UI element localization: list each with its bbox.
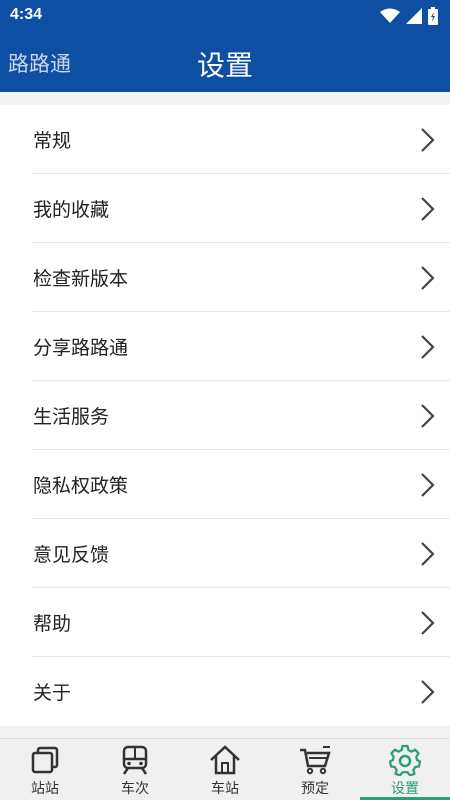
menu-item-check-update[interactable]: 检查新版本 — [0, 243, 450, 312]
home-icon — [210, 745, 240, 775]
menu-item-about[interactable]: 关于 — [0, 657, 450, 726]
menu-item-general[interactable]: 常规 — [0, 105, 450, 174]
page-title: 设置 — [196, 49, 253, 82]
tab-label: 设置 — [391, 781, 419, 797]
app-bar: 路路通 设置 — [0, 32, 450, 92]
menu-item-favorites[interactable]: 我的收藏 — [0, 174, 450, 243]
cart-icon — [300, 746, 331, 775]
menu-item-feedback[interactable]: 意见反馈 — [0, 519, 450, 588]
menu-item-label: 我的收藏 — [33, 199, 110, 221]
battery-icon — [428, 7, 438, 25]
chevron-right-icon — [421, 128, 435, 152]
menu-item-label: 帮助 — [33, 613, 72, 635]
tab-label: 车站 — [211, 781, 239, 797]
menu-item-share[interactable]: 分享路路通 — [0, 312, 450, 381]
menu-item-label: 常规 — [33, 130, 72, 152]
menu-item-label: 意见反馈 — [33, 544, 110, 566]
chevron-right-icon — [421, 473, 435, 497]
gear-icon — [389, 744, 421, 776]
menu-item-label: 关于 — [33, 682, 72, 704]
tab-settings[interactable]: 设置 — [360, 739, 450, 800]
status-bar: 4:34 — [0, 0, 450, 32]
chevron-right-icon — [421, 611, 435, 635]
menu-item-label: 检查新版本 — [33, 268, 129, 290]
tab-label: 预定 — [301, 781, 329, 797]
menu-item-privacy-policy[interactable]: 隐私权政策 — [0, 450, 450, 519]
tab-booking[interactable]: 预定 — [270, 739, 360, 800]
menu-item-label: 隐私权政策 — [33, 475, 129, 497]
status-time: 4:34 — [10, 6, 43, 23]
tab-station[interactable]: 车站 — [180, 739, 270, 800]
chevron-right-icon — [421, 266, 435, 290]
menu-item-label: 生活服务 — [33, 406, 110, 428]
signal-icon — [406, 8, 422, 24]
bottom-tab-bar: 站站 车次 车站 预定 设置 — [0, 738, 450, 800]
chevron-right-icon — [421, 335, 435, 359]
menu-item-label: 分享路路通 — [33, 337, 129, 359]
tab-label: 站站 — [31, 781, 59, 797]
chevron-right-icon — [421, 542, 435, 566]
chevron-right-icon — [421, 680, 435, 704]
chevron-right-icon — [421, 197, 435, 221]
settings-menu: 常规 我的收藏 检查新版本 分享路路通 生活服务 隐私权政策 意见反馈 帮助 关… — [0, 105, 450, 726]
wifi-icon — [380, 8, 400, 23]
tab-label: 车次 — [121, 781, 149, 797]
menu-item-help[interactable]: 帮助 — [0, 588, 450, 657]
train-icon — [122, 745, 148, 775]
tab-stations[interactable]: 站站 — [0, 739, 90, 800]
tab-trains[interactable]: 车次 — [90, 739, 180, 800]
status-icons — [380, 7, 438, 25]
stations-icon — [31, 746, 59, 774]
menu-item-life-services[interactable]: 生活服务 — [0, 381, 450, 450]
chevron-right-icon — [421, 404, 435, 428]
